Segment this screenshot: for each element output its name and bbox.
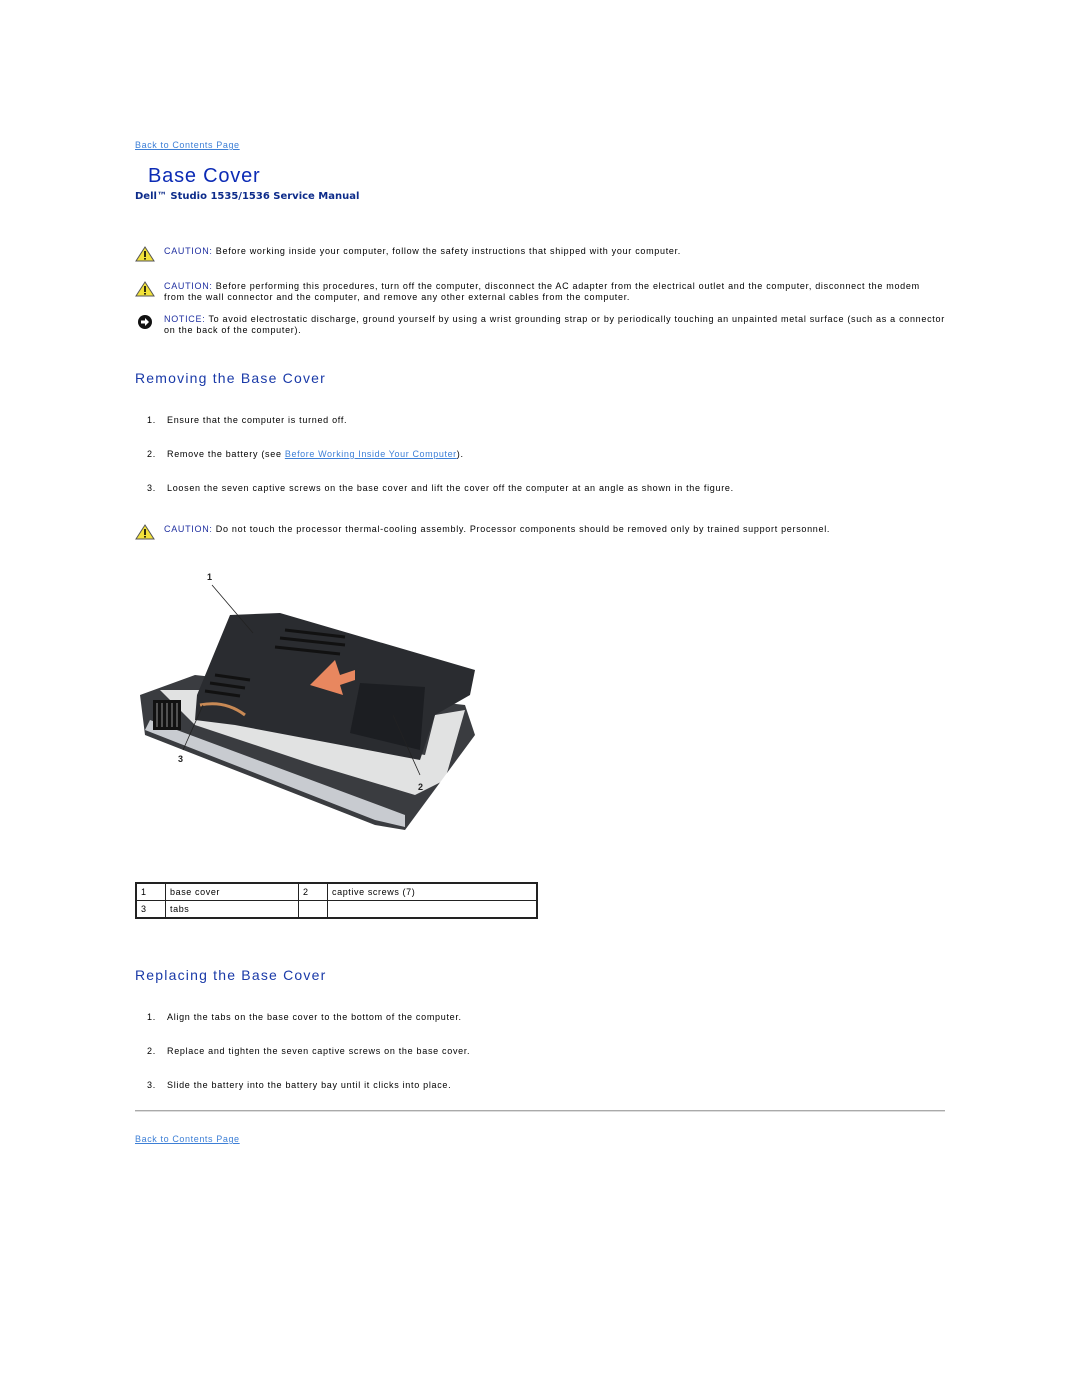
callout-3: 3 (178, 754, 183, 764)
notice-label: NOTICE: (164, 314, 206, 324)
notice-label: CAUTION: (164, 246, 213, 256)
notice-text: Do not touch the processor thermal-cooli… (212, 524, 831, 534)
page-title: Base Cover (148, 165, 261, 187)
before-working-inside-link[interactable]: Before Working Inside Your Computer (285, 449, 457, 459)
section-heading-removing: Removing the Base Cover (135, 370, 327, 386)
manual-subtitle: Dell™ Studio 1535/1536 Service Manual (135, 191, 360, 202)
section-heading-replacing: Replacing the Base Cover (135, 967, 327, 983)
notice-esd: NOTICE: To avoid electrostatic discharge… (135, 314, 945, 336)
table-cell: captive screws (7) (327, 882, 538, 901)
callout-2: 2 (418, 782, 423, 792)
replacing-step: 1. Align the tabs on the base cover to t… (147, 1012, 462, 1022)
callout-1: 1 (207, 572, 212, 582)
removing-step: 3. Loosen the seven captive screws on th… (147, 483, 734, 493)
removing-step: 1. Ensure that the computer is turned of… (147, 415, 348, 425)
removing-step: 2. Remove the battery (see Before Workin… (147, 449, 464, 459)
notice-label: CAUTION: (164, 281, 213, 291)
table-cell: 2 (298, 882, 328, 901)
notice-text: To avoid electrostatic discharge, ground… (164, 314, 945, 335)
table-row: 3 tabs (135, 900, 538, 919)
caution-notice-thermal: CAUTION: Do not touch the processor ther… (135, 524, 945, 540)
table-cell (327, 900, 538, 919)
replacing-step: 2. Replace and tighten the seven captive… (147, 1046, 471, 1056)
notice-text: Before performing this procedures, turn … (164, 281, 920, 302)
table-cell (298, 900, 328, 919)
base-cover-removal-figure: 1 2 3 (140, 572, 475, 830)
replacing-step: 3. Slide the battery into the battery ba… (147, 1080, 452, 1090)
divider (135, 1110, 945, 1112)
notice-text: Before working inside your computer, fol… (212, 246, 682, 256)
table-cell: 3 (135, 900, 166, 919)
warning-triangle-icon (135, 524, 155, 540)
notice-arrow-icon (138, 315, 152, 329)
callout-legend-table: 1 base cover 2 captive screws (7) 3 tabs (135, 882, 538, 919)
table-row: 1 base cover 2 captive screws (7) (135, 882, 538, 901)
notice-label: CAUTION: (164, 524, 213, 534)
warning-triangle-icon (135, 246, 155, 262)
back-to-contents-link-bottom[interactable]: Back to Contents Page (135, 1134, 240, 1144)
caution-notice-safety: CAUTION: Before working inside your comp… (135, 246, 945, 262)
table-cell: base cover (165, 882, 299, 901)
table-cell: tabs (165, 900, 299, 919)
fan-vent (153, 700, 181, 730)
warning-triangle-icon (135, 281, 155, 297)
back-to-contents-link-top[interactable]: Back to Contents Page (135, 140, 240, 150)
caution-notice-power: CAUTION: Before performing this procedur… (135, 281, 945, 303)
table-cell: 1 (135, 882, 166, 901)
